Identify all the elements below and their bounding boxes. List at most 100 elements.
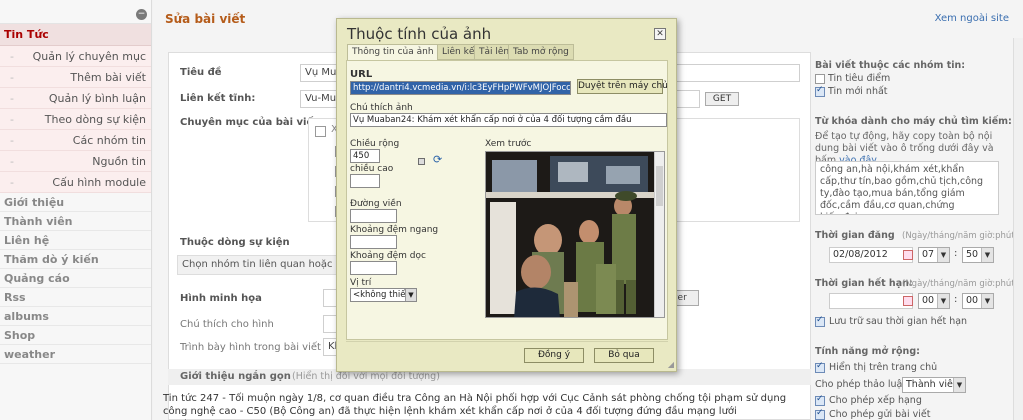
post-date-input[interactable]: 02/08/2012: [829, 247, 913, 263]
event-label: Thuộc dòng sự kiện: [180, 237, 290, 248]
discuss-select[interactable]: Thành viên ▼: [902, 377, 966, 393]
post-hour-select[interactable]: 07 ▼: [918, 247, 950, 263]
chevron-down-icon: ▼: [405, 289, 416, 301]
width-label: Chiều rộng: [350, 139, 400, 149]
expire-date-input[interactable]: [829, 293, 913, 309]
calendar-icon[interactable]: [903, 296, 913, 306]
post-hour-value: 07: [922, 249, 935, 260]
keep-after-expire-label: Lưu trữ sau thời gian hết hạn: [829, 316, 968, 327]
chevron-down-icon: ▼: [937, 294, 949, 308]
sidebar-subitem[interactable]: Nguồn tin: [0, 151, 151, 172]
allow-send-checkbox[interactable]: [815, 408, 825, 420]
expire-title: Thời gian hết hạn:: [815, 278, 913, 289]
sidebar: − Tin Tức Quản lý chuyên mục Thêm bài vi…: [0, 0, 152, 420]
close-icon[interactable]: ✕: [654, 28, 666, 40]
tab-image-info[interactable]: Thông tin của ảnh: [347, 44, 439, 61]
reset-icon[interactable]: ⟳: [433, 153, 442, 166]
caption-label: Chú thích cho hình: [180, 319, 274, 330]
url-input[interactable]: http://dantri4.vcmedia.vn/i:lc3EyFHpPWFv…: [350, 81, 571, 95]
alt-input[interactable]: Vụ Muaban24: Khám xét khẩn cấp nơi ở của…: [350, 113, 667, 127]
group-label: Tin tiêu điểm: [828, 73, 891, 84]
expire-minute-value: 00: [966, 295, 979, 306]
category-checkbox[interactable]: [315, 126, 326, 137]
height-input[interactable]: [350, 174, 380, 188]
title-label: Tiêu đề: [180, 67, 222, 78]
keep-after-expire-checkbox[interactable]: [815, 315, 825, 327]
chevron-down-icon: ▼: [981, 248, 993, 262]
sidebar-item[interactable]: Liên hệ: [0, 231, 151, 250]
hspace-label: Khoảng đệm ngang: [350, 225, 439, 235]
preview-photo: [486, 152, 656, 317]
group-label: Tin mới nhất: [828, 86, 888, 97]
dialog-body: URL http://dantri4.vcmedia.vn/i:lc3EyFHp…: [346, 60, 668, 340]
sidebar-subitem[interactable]: Thêm bài viết: [0, 67, 151, 88]
show-home-checkbox[interactable]: [815, 361, 825, 373]
sidebar-item[interactable]: Shop: [0, 326, 151, 345]
sidebar-subitem[interactable]: Quản lý chuyên mục: [0, 46, 151, 67]
preview-scrollbar[interactable]: [654, 152, 664, 317]
hspace-input[interactable]: [350, 235, 397, 249]
sidebar-item[interactable]: weather: [0, 345, 151, 364]
tab-advanced[interactable]: Tab mở rộng: [508, 44, 574, 60]
post-time-format: (Ngày/tháng/năm giờ:phút): [902, 231, 1018, 241]
height-label: chiều cao: [350, 164, 394, 174]
sidebar-section-news[interactable]: Tin Tức: [0, 24, 151, 46]
intro-label: Giới thiệu ngắn gọn: [180, 371, 291, 382]
browse-server-button[interactable]: Duyệt trên máy chủ: [577, 79, 668, 94]
sidebar-item[interactable]: Giới thiệu: [0, 193, 151, 212]
intro-textarea[interactable]: Tin tức 247 - Tối muộn ngày 1/8, cơ quan…: [163, 392, 793, 420]
minus-circle-icon[interactable]: −: [136, 9, 147, 20]
cancel-button[interactable]: Bỏ qua: [594, 348, 654, 363]
discuss-value: Thành viên: [906, 379, 959, 390]
sidebar-item[interactable]: Thăm dò ý kiến: [0, 250, 151, 269]
allow-discuss-label: Cho phép thảo luận: [815, 379, 909, 390]
sidebar-item[interactable]: Rss: [0, 288, 151, 307]
expire-hour-select[interactable]: 00 ▼: [918, 293, 950, 309]
intro-note: (Hiển thị đối với mọi đối tượng): [292, 371, 440, 382]
sidebar-subitem[interactable]: Cấu hình module: [0, 172, 151, 193]
group-title: Bài viết thuộc các nhóm tin:: [815, 60, 966, 71]
group-checkbox-latest[interactable]: [815, 85, 825, 97]
preview-pane: [485, 151, 665, 318]
image-properties-dialog: Thuộc tính của ảnh ✕ Thông tin của ảnh L…: [336, 18, 677, 372]
lock-icon[interactable]: [418, 158, 425, 165]
vspace-input[interactable]: [350, 261, 397, 275]
sidebar-item[interactable]: Thành viên: [0, 212, 151, 231]
sidebar-item[interactable]: Quảng cáo: [0, 269, 151, 288]
keywords-textarea[interactable]: công an,hà nội,khám xét,khẩn cấp,thư tín…: [815, 161, 999, 215]
preview-label: Xem trước: [485, 139, 532, 149]
page-title: Sửa bài viết: [165, 12, 246, 26]
expire-format: (Ngày/tháng/năm giờ:phút): [902, 279, 1018, 289]
sidebar-top: −: [0, 0, 151, 24]
expire-minute-select[interactable]: 00 ▼: [962, 293, 994, 309]
category-label: Chuyên mục của bài viết: [180, 117, 319, 128]
align-select[interactable]: <không thiết lậ ▼: [350, 288, 417, 302]
calendar-icon[interactable]: [903, 250, 913, 260]
sidebar-subitem[interactable]: Theo dòng sự kiện: [0, 109, 151, 130]
page-scrollbar[interactable]: [1013, 38, 1023, 420]
sidebar-subitem[interactable]: Các nhóm tin: [0, 130, 151, 151]
group-checkbox-featured[interactable]: [815, 74, 825, 84]
border-input[interactable]: [350, 209, 397, 223]
get-button[interactable]: GET: [705, 92, 739, 106]
view-site-link[interactable]: Xem ngoài site: [935, 13, 1009, 24]
time-separator: :: [954, 248, 958, 259]
url-label: URL: [350, 69, 373, 80]
dialog-title: Thuộc tính của ảnh: [347, 25, 492, 43]
post-time-title: Thời gian đăng: [815, 230, 895, 241]
border-label: Đường viền: [350, 199, 402, 209]
resize-grip-icon[interactable]: ◢: [668, 360, 674, 369]
sidebar-item[interactable]: albums: [0, 307, 151, 326]
width-input[interactable]: 450: [350, 149, 380, 163]
ext-title: Tính năng mở rộng:: [815, 346, 920, 357]
post-minute-select[interactable]: 50 ▼: [962, 247, 994, 263]
dialog-footer-separator: [346, 341, 668, 342]
ok-button[interactable]: Đồng ý: [524, 348, 584, 363]
preview-scroll-thumb[interactable]: [656, 166, 663, 206]
display-label: Trình bày hình trong bài viết: [180, 342, 321, 353]
sidebar-subitem[interactable]: Quản lý bình luận: [0, 88, 151, 109]
allow-rate-label: Cho phép xếp hạng: [829, 395, 922, 406]
chevron-down-icon: ▼: [937, 248, 949, 262]
allow-send-label: Cho phép gửi bài viết: [829, 409, 931, 420]
allow-rate-checkbox[interactable]: [815, 394, 825, 406]
